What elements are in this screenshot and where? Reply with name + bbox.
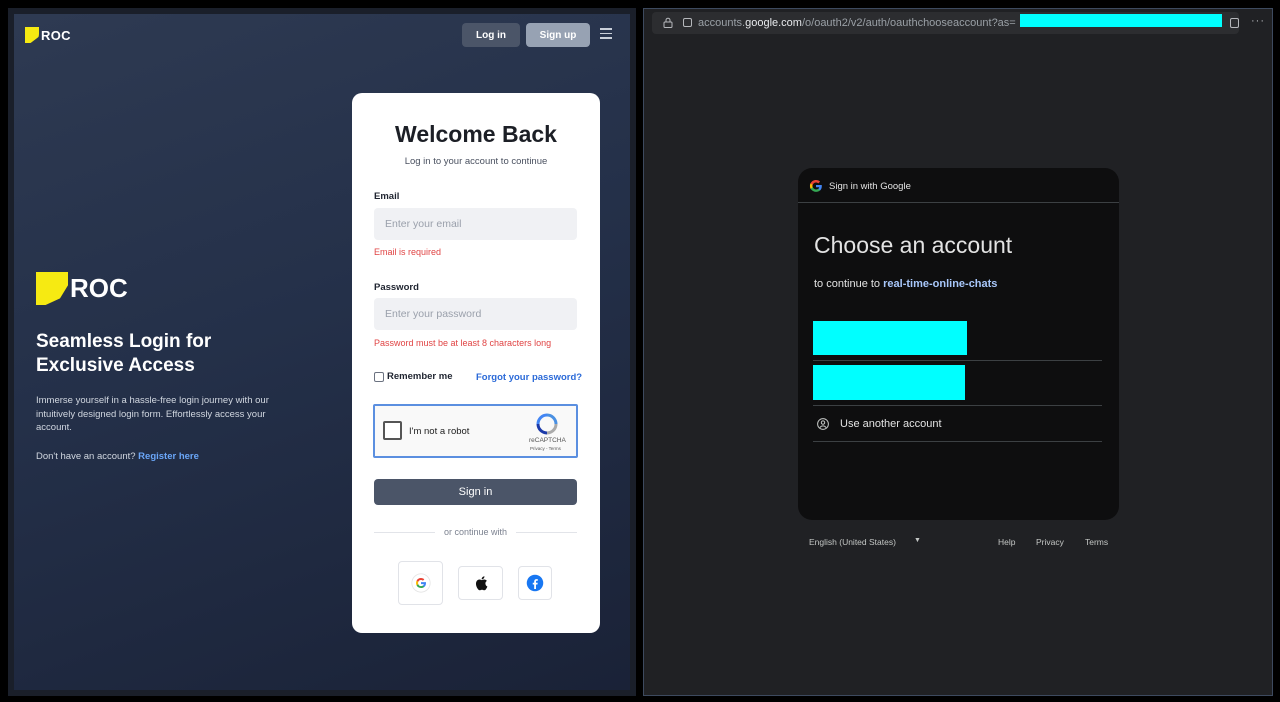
hero-description: Immerse yourself in a hassle-free login … bbox=[36, 395, 269, 433]
google-header-text: Sign in with Google bbox=[829, 181, 911, 192]
account-redaction bbox=[813, 365, 965, 400]
recaptcha-label: I'm not a robot bbox=[409, 426, 470, 437]
recaptcha-checkbox[interactable] bbox=[383, 421, 402, 440]
person-icon bbox=[817, 417, 829, 430]
hero-title: Seamless Login for Exclusive Access bbox=[36, 331, 212, 376]
url-path: /o/oauth2/v2/auth/oauthchooseaccount?as= bbox=[801, 17, 1016, 29]
password-error: Password must be at least 8 characters l… bbox=[374, 338, 552, 348]
remember-me[interactable]: Remember me bbox=[374, 371, 452, 382]
continue-prefix: to continue to bbox=[814, 278, 881, 290]
dropdown-arrow-icon[interactable]: ▼ bbox=[914, 537, 921, 544]
choose-account-title: Choose an account bbox=[814, 232, 1013, 258]
apple-login-button[interactable] bbox=[458, 566, 503, 600]
hero-logo-text: ROC bbox=[70, 273, 128, 303]
password-input[interactable] bbox=[374, 298, 577, 330]
use-another-account-label: Use another account bbox=[840, 417, 942, 430]
lock-icon[interactable] bbox=[663, 17, 673, 28]
card-title: Welcome Back bbox=[395, 121, 557, 147]
recaptcha-logo-icon bbox=[536, 413, 558, 435]
account-item[interactable] bbox=[813, 318, 1102, 361]
copy-link-icon[interactable] bbox=[1230, 18, 1239, 28]
right-browser-window: accounts.google.com/o/oauth2/v2/auth/oau… bbox=[643, 8, 1273, 696]
privacy-link[interactable]: Privacy bbox=[1036, 537, 1064, 547]
language-select[interactable]: English (United States) bbox=[809, 537, 896, 547]
facebook-login-button[interactable] bbox=[518, 566, 552, 600]
recaptcha-brand: reCAPTCHA bbox=[529, 437, 566, 444]
use-another-account[interactable]: Use another account bbox=[813, 406, 1102, 442]
terms-link[interactable]: Terms bbox=[1085, 537, 1108, 547]
remember-me-checkbox[interactable] bbox=[374, 371, 384, 382]
url-prefix: accounts. bbox=[698, 17, 746, 29]
roc-login-page: ROC Log in Sign up ROC Seamless Login fo… bbox=[14, 14, 630, 690]
more-options-icon[interactable]: ··· bbox=[1251, 15, 1265, 27]
header-signup-button[interactable]: Sign up bbox=[526, 23, 590, 47]
sign-in-button[interactable]: Sign in bbox=[374, 479, 577, 505]
account-redaction bbox=[813, 321, 967, 355]
recaptcha-links[interactable]: Privacy - Terms bbox=[530, 446, 561, 451]
roc-logo-large-icon bbox=[36, 272, 68, 305]
google-logo-icon bbox=[809, 180, 822, 192]
continue-to-text: to continue to real-time-online-chats bbox=[814, 278, 997, 290]
site-settings-icon[interactable] bbox=[683, 18, 692, 27]
left-browser-window: ROC Log in Sign up ROC Seamless Login fo… bbox=[8, 8, 636, 696]
login-card: Welcome Back Log in to your account to c… bbox=[352, 93, 600, 633]
apple-icon bbox=[475, 576, 487, 591]
register-link[interactable]: Register here bbox=[138, 451, 199, 462]
facebook-icon bbox=[526, 574, 544, 592]
url-domain: google.com bbox=[745, 17, 802, 29]
remember-me-label: Remember me bbox=[387, 371, 453, 382]
hero-logo: ROC bbox=[36, 272, 128, 305]
hamburger-menu-icon[interactable] bbox=[600, 28, 612, 40]
card-subtitle: Log in to your account to continue bbox=[404, 156, 548, 167]
header-logo[interactable]: ROC bbox=[25, 27, 71, 43]
email-input[interactable] bbox=[374, 208, 577, 240]
roc-logo-icon bbox=[25, 27, 39, 43]
recaptcha-widget: I'm not a robot reCAPTCHA Privacy - Term… bbox=[373, 404, 578, 458]
help-link[interactable]: Help bbox=[998, 537, 1015, 547]
email-label: Email bbox=[374, 191, 400, 202]
header-login-button[interactable]: Log in bbox=[462, 23, 520, 47]
app-name-link[interactable]: real-time-online-chats bbox=[883, 278, 997, 290]
divider-text: or continue with bbox=[443, 527, 508, 537]
url-redaction bbox=[1020, 14, 1222, 27]
google-icon bbox=[410, 573, 431, 593]
google-card-header: Sign in with Google bbox=[798, 168, 1119, 203]
continue-with-divider: or continue with bbox=[374, 527, 578, 537]
address-bar[interactable]: accounts.google.com/o/oauth2/v2/auth/oau… bbox=[652, 12, 1239, 34]
email-error: Email is required bbox=[374, 247, 442, 257]
google-login-button[interactable] bbox=[398, 561, 443, 605]
google-account-chooser: Sign in with Google Choose an account to… bbox=[798, 168, 1119, 520]
account-item[interactable] bbox=[813, 362, 1102, 406]
password-label: Password bbox=[374, 282, 419, 293]
register-prompt-text: Don't have an account? bbox=[36, 451, 136, 462]
url-text[interactable]: accounts.google.com/o/oauth2/v2/auth/oau… bbox=[698, 17, 1016, 29]
register-prompt: Don't have an account? Register here bbox=[36, 451, 199, 462]
header-logo-text: ROC bbox=[41, 27, 71, 43]
forgot-password-link[interactable]: Forgot your password? bbox=[476, 372, 582, 383]
